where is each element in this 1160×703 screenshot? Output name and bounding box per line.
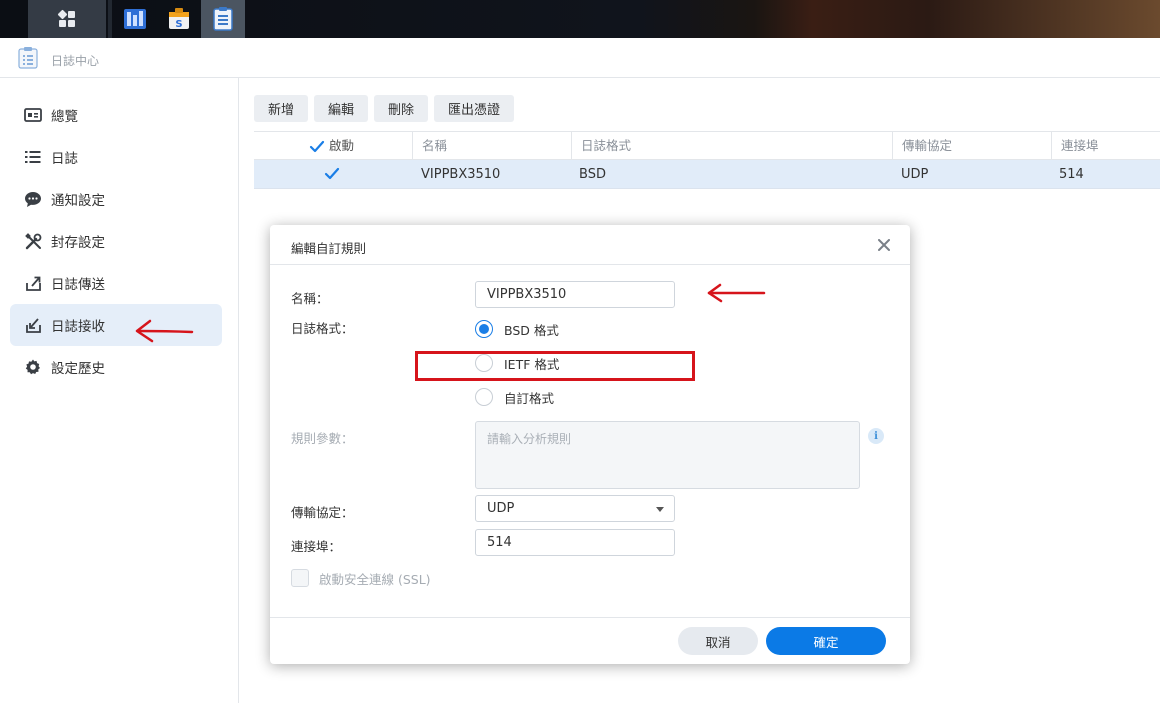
svg-text:S: S	[175, 19, 182, 30]
sidebar-item-label: 總覽	[51, 109, 78, 125]
add-button[interactable]: 新增	[254, 95, 308, 122]
rule-params-label: 規則參數：	[291, 431, 354, 446]
overview-icon	[24, 106, 42, 124]
list-icon	[24, 148, 42, 166]
log-center-app-icon	[18, 47, 38, 69]
column-protocol[interactable]: 傳輸協定	[892, 132, 1051, 161]
edit-rule-dialog: 編輯自訂規則 名稱： VIPPBX3510 日誌格式： BSD 格式 IETF …	[270, 225, 910, 664]
row-name: VIPPBX3510	[421, 167, 501, 182]
info-icon[interactable]: i	[868, 428, 884, 444]
sidebar-item-label: 日誌接收	[51, 319, 105, 335]
name-label: 名稱：	[291, 291, 329, 306]
column-log-format[interactable]: 日誌格式	[571, 132, 892, 161]
column-port[interactable]: 連接埠	[1051, 132, 1160, 161]
checkmark-icon	[324, 167, 340, 180]
annotation-arrow-name	[707, 283, 766, 303]
edit-button[interactable]: 編輯	[314, 95, 368, 122]
close-button[interactable]	[874, 235, 894, 255]
radio-label: BSD 格式	[504, 322, 559, 338]
ssl-checkbox[interactable]	[291, 569, 309, 587]
close-icon	[878, 239, 890, 251]
import-icon	[24, 316, 42, 334]
sidebar-item-overview[interactable]: 總覽	[10, 94, 222, 136]
ok-button[interactable]: 確定	[766, 627, 886, 655]
delete-button[interactable]: 刪除	[374, 95, 428, 122]
taskbar: S	[0, 0, 1160, 38]
file-station-icon	[124, 9, 146, 29]
sidebar-item-archive[interactable]: 封存設定	[10, 220, 222, 262]
radio-label: 自訂格式	[504, 390, 555, 406]
annotation-arrow-sidebar	[135, 319, 194, 343]
radio-custom[interactable]	[475, 388, 493, 406]
log-format-label: 日誌格式：	[291, 321, 354, 336]
dialog-header: 編輯自訂規則	[270, 225, 910, 265]
select-all-checkbox[interactable]	[309, 139, 325, 155]
gear-icon	[24, 358, 42, 376]
package-center-icon: S	[169, 8, 189, 30]
sidebar-item-logs[interactable]: 日誌	[10, 136, 222, 178]
tools-icon	[24, 232, 42, 250]
row-enabled-checkbox[interactable]	[324, 160, 340, 189]
port-label: 連接埠：	[291, 539, 342, 554]
sidebar: 總覽 日誌 通知設定 封存設定 日誌傳送 日誌接收 設定歷史	[0, 78, 239, 703]
sidebar-item-notification[interactable]: 通知設定	[10, 178, 222, 220]
protocol-value: UDP	[487, 501, 515, 516]
taskbar-separator	[108, 0, 112, 38]
window-title: 日誌中心	[51, 54, 100, 68]
table-row[interactable]: VIPPBX3510 BSD UDP 514	[254, 160, 1160, 189]
taskbar-app-package-center[interactable]: S	[157, 0, 201, 38]
ssl-option[interactable]: 啟動安全連線 (SSL)	[291, 568, 431, 588]
sidebar-item-label: 日誌	[51, 151, 78, 167]
protocol-select[interactable]: UDP	[475, 495, 675, 522]
log-center-icon	[213, 7, 233, 31]
checkmark-icon	[309, 140, 325, 152]
apps-grid-icon	[57, 9, 75, 27]
format-option-custom[interactable]: 自訂格式	[475, 387, 554, 407]
taskbar-app-log-center[interactable]	[201, 0, 245, 38]
sidebar-item-label: 日誌傳送	[51, 277, 105, 293]
sidebar-item-log-sending[interactable]: 日誌傳送	[10, 262, 222, 304]
row-port: 514	[1059, 167, 1084, 182]
cancel-button[interactable]: 取消	[678, 627, 758, 655]
port-input[interactable]: 514	[475, 529, 675, 556]
row-protocol: UDP	[901, 167, 929, 182]
name-input[interactable]: VIPPBX3510	[475, 281, 675, 308]
chat-bubble-icon	[24, 190, 42, 208]
column-enabled[interactable]: 啟動	[254, 132, 412, 161]
ssl-label: 啟動安全連線 (SSL)	[319, 571, 431, 587]
rule-params-textarea[interactable]: 請輸入分析規則	[475, 421, 860, 489]
export-certificate-button[interactable]: 匯出憑證	[434, 95, 514, 122]
window-titlebar: 日誌中心	[0, 38, 1160, 78]
chevron-down-icon	[656, 507, 664, 512]
taskbar-app-file-station[interactable]	[113, 0, 157, 38]
export-icon	[24, 274, 42, 292]
format-option-bsd[interactable]: BSD 格式	[475, 319, 559, 339]
annotation-highlight-box	[415, 351, 695, 381]
dialog-title: 編輯自訂規則	[291, 241, 367, 256]
main-menu-button[interactable]	[28, 0, 106, 38]
table-header: 啟動 名稱 日誌格式 傳輸協定 連接埠	[254, 131, 1160, 161]
protocol-label: 傳輸協定：	[291, 505, 354, 520]
radio-bsd[interactable]	[475, 320, 493, 338]
column-name[interactable]: 名稱	[412, 132, 571, 161]
column-label: 啟動	[329, 138, 355, 153]
row-format: BSD	[579, 167, 606, 182]
sidebar-item-settings-history[interactable]: 設定歷史	[10, 346, 222, 388]
sidebar-item-label: 封存設定	[51, 235, 105, 251]
sidebar-item-label: 通知設定	[51, 193, 105, 209]
sidebar-item-label: 設定歷史	[51, 361, 105, 377]
dialog-footer-divider	[270, 617, 910, 618]
